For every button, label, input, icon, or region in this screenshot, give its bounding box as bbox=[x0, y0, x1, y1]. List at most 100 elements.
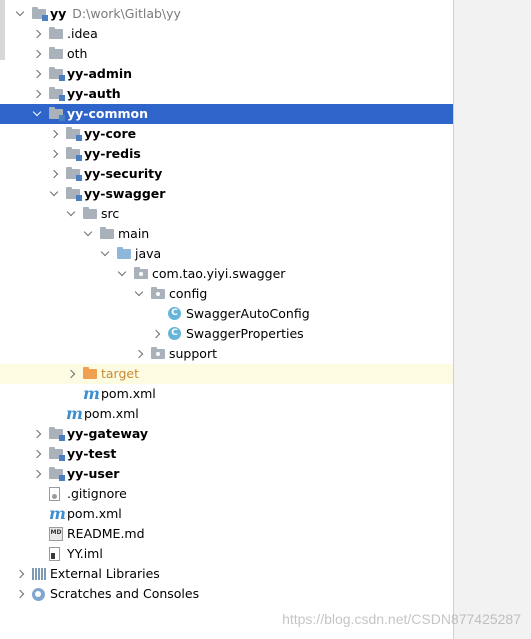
tree-row-src[interactable]: src bbox=[0, 204, 453, 224]
item-name: oth bbox=[67, 46, 88, 61]
chevron-right-icon[interactable] bbox=[32, 84, 44, 104]
item-name: README.md bbox=[67, 526, 145, 541]
tree-row-java[interactable]: java bbox=[0, 244, 453, 264]
tree-row-readme-md[interactable]: MD README.md bbox=[0, 524, 453, 544]
chevron-right-icon[interactable] bbox=[49, 144, 61, 164]
tree-row-oth[interactable]: oth bbox=[0, 44, 453, 64]
tree-row-yy-test[interactable]: yy-test bbox=[0, 444, 453, 464]
tree-item-label: SwaggerProperties bbox=[186, 324, 304, 344]
tree-row-pom-xml[interactable]: m pom.xml bbox=[0, 404, 453, 424]
tree-row-swaggerautoconfig[interactable]: C SwaggerAutoConfig bbox=[0, 304, 453, 324]
tree-row-yy[interactable]: yy D:\work\Gitlab\yy bbox=[0, 4, 453, 24]
tree-row-yy-iml[interactable]: YY.iml bbox=[0, 544, 453, 564]
tree-row-yy-user[interactable]: yy-user bbox=[0, 464, 453, 484]
chevron-down-icon[interactable] bbox=[117, 264, 129, 284]
chevron-down-icon[interactable] bbox=[100, 244, 112, 264]
item-name: YY.iml bbox=[67, 546, 103, 561]
chevron-right-icon[interactable] bbox=[32, 44, 44, 64]
module-folder-icon bbox=[32, 7, 48, 21]
item-name: yy-admin bbox=[67, 66, 133, 81]
tree-item-label: .gitignore bbox=[67, 484, 127, 504]
source-folder-icon bbox=[117, 247, 131, 259]
chevron-right-icon[interactable] bbox=[49, 124, 61, 144]
tree-row-yy-redis[interactable]: yy-redis bbox=[0, 144, 453, 164]
chevron-right-icon[interactable] bbox=[134, 344, 146, 364]
item-name: yy-user bbox=[67, 466, 120, 481]
chevron-right-icon[interactable] bbox=[32, 24, 44, 44]
scratches-icon bbox=[32, 588, 45, 601]
tree-row-target[interactable]: target bbox=[0, 364, 453, 384]
chevron-down-icon[interactable] bbox=[49, 184, 61, 204]
iml-file-icon bbox=[49, 547, 60, 561]
item-name: yy-auth bbox=[67, 86, 121, 101]
tree-item-label: yy-swagger bbox=[84, 184, 165, 204]
tree-row-yy-swagger[interactable]: yy-swagger bbox=[0, 184, 453, 204]
item-name: SwaggerAutoConfig bbox=[186, 306, 310, 321]
tree-row-yy-admin[interactable]: yy-admin bbox=[0, 64, 453, 84]
tree-item-label: yy-test bbox=[67, 444, 116, 464]
item-name: .gitignore bbox=[67, 486, 127, 501]
tree-item-label: pom.xml bbox=[101, 384, 156, 404]
chevron-right-icon[interactable] bbox=[32, 444, 44, 464]
module-folder-icon bbox=[49, 67, 65, 81]
tree-item-label: target bbox=[101, 364, 139, 384]
tree-row-yy-security[interactable]: yy-security bbox=[0, 164, 453, 184]
item-name: .idea bbox=[67, 26, 98, 41]
watermark: https://blog.csdn.net/CSDN877425287 bbox=[282, 611, 521, 627]
tree-item-label: pom.xml bbox=[84, 404, 139, 424]
module-folder-icon bbox=[66, 167, 82, 181]
module-folder-icon bbox=[66, 127, 82, 141]
package-icon bbox=[134, 267, 148, 279]
tree-item-label: support bbox=[169, 344, 217, 364]
tree-row-scratches-and-consoles[interactable]: Scratches and Consoles bbox=[0, 584, 453, 604]
chevron-right-icon[interactable] bbox=[32, 464, 44, 484]
chevron-down-icon[interactable] bbox=[32, 104, 44, 124]
chevron-right-icon[interactable] bbox=[49, 164, 61, 184]
item-name: yy bbox=[50, 6, 67, 21]
tree-row-config[interactable]: config bbox=[0, 284, 453, 304]
tree-item-label: README.md bbox=[67, 524, 145, 544]
module-folder-icon bbox=[49, 107, 65, 121]
library-icon bbox=[32, 568, 46, 580]
item-name: pom.xml bbox=[101, 386, 156, 401]
chevron-right-icon[interactable] bbox=[32, 64, 44, 84]
module-folder-icon bbox=[49, 447, 65, 461]
item-name: yy-core bbox=[84, 126, 137, 141]
tree-item-label: yy-gateway bbox=[67, 424, 148, 444]
chevron-down-icon[interactable] bbox=[15, 4, 27, 24]
chevron-right-icon[interactable] bbox=[15, 584, 27, 604]
tree-row-gitignore[interactable]: .gitignore bbox=[0, 484, 453, 504]
tree-row-swaggerproperties[interactable]: C SwaggerProperties bbox=[0, 324, 453, 344]
tree-row-com-tao-yiyi-swagger[interactable]: com.tao.yiyi.swagger bbox=[0, 264, 453, 284]
chevron-right-icon[interactable] bbox=[151, 324, 163, 344]
tree-row-idea[interactable]: .idea bbox=[0, 24, 453, 44]
tree-item-label: yy-core bbox=[84, 124, 136, 144]
maven-icon: m bbox=[49, 504, 66, 523]
item-name: support bbox=[169, 346, 217, 361]
chevron-right-icon[interactable] bbox=[15, 564, 27, 584]
tree-row-pom-xml[interactable]: m pom.xml bbox=[0, 504, 453, 524]
tree-row-yy-gateway[interactable]: yy-gateway bbox=[0, 424, 453, 444]
folder-icon bbox=[49, 27, 63, 39]
tree-item-label: yy-auth bbox=[67, 84, 121, 104]
excluded-folder-icon bbox=[83, 367, 97, 379]
chevron-down-icon[interactable] bbox=[83, 224, 95, 244]
tree-item-label: yy-admin bbox=[67, 64, 132, 84]
tree-row-support[interactable]: support bbox=[0, 344, 453, 364]
chevron-down-icon[interactable] bbox=[66, 204, 78, 224]
chevron-right-icon[interactable] bbox=[32, 424, 44, 444]
tree-row-yy-common[interactable]: yy-common bbox=[0, 104, 453, 124]
item-name: src bbox=[101, 206, 120, 221]
item-name: yy-test bbox=[67, 446, 117, 461]
item-name: java bbox=[135, 246, 162, 261]
tree-row-pom-xml[interactable]: m pom.xml bbox=[0, 384, 453, 404]
tree-item-label: oth bbox=[67, 44, 87, 64]
tree-row-yy-core[interactable]: yy-core bbox=[0, 124, 453, 144]
class-icon: C bbox=[168, 307, 181, 320]
item-name: target bbox=[101, 366, 140, 381]
tree-row-external-libraries[interactable]: External Libraries bbox=[0, 564, 453, 584]
chevron-right-icon[interactable] bbox=[66, 364, 78, 384]
chevron-down-icon[interactable] bbox=[134, 284, 146, 304]
tree-row-main[interactable]: main bbox=[0, 224, 453, 244]
tree-row-yy-auth[interactable]: yy-auth bbox=[0, 84, 453, 104]
